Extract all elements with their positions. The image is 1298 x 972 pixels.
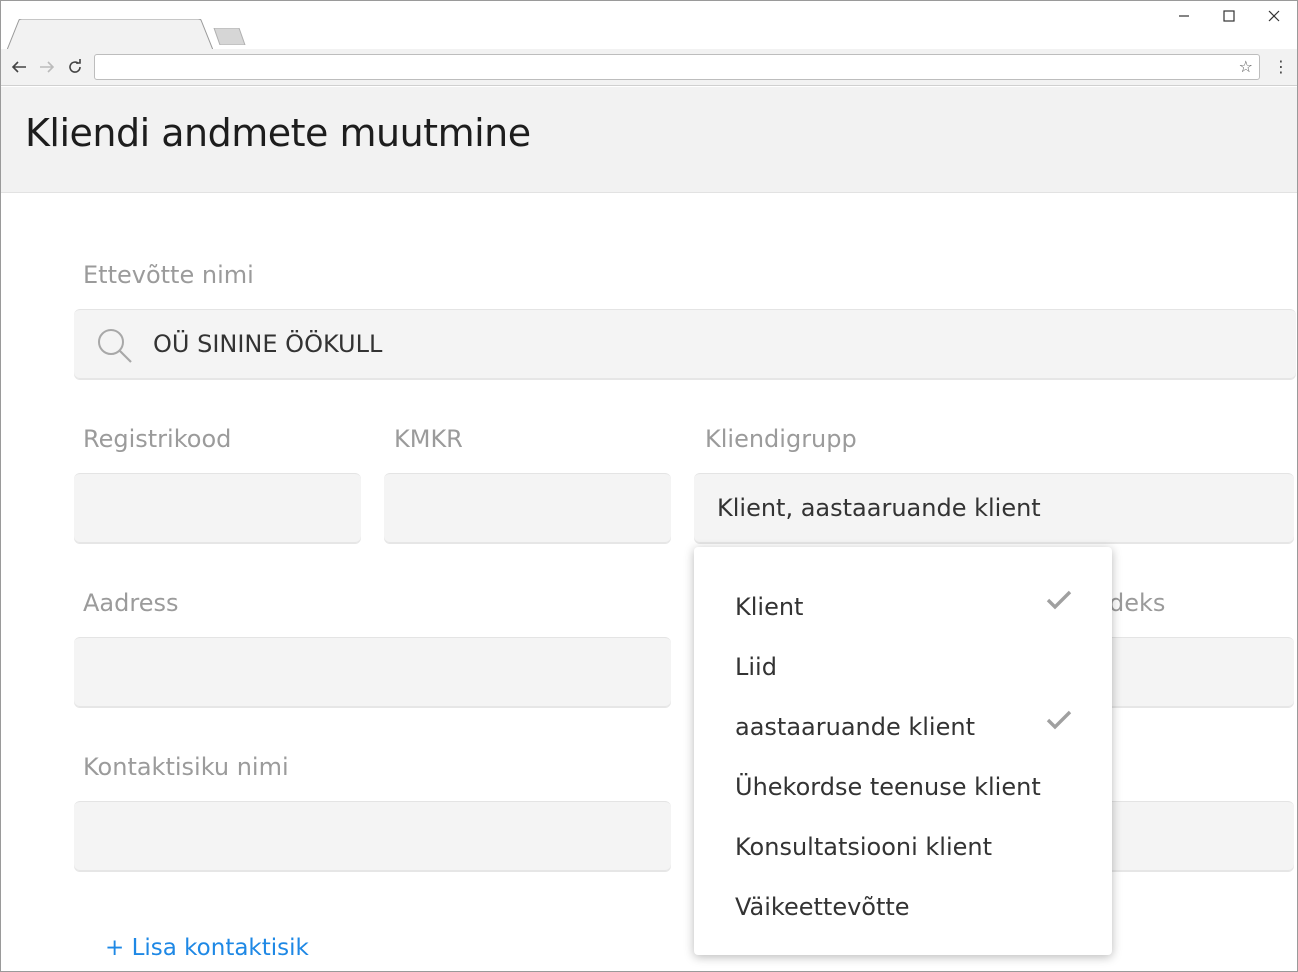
close-icon[interactable] (1259, 5, 1289, 27)
minimize-icon[interactable] (1169, 5, 1199, 27)
page-title: Kliendi andmete muutmine (25, 111, 531, 155)
arrow-right-icon[interactable] (35, 56, 59, 78)
dropdown-option-vaikeettevotte[interactable]: Väikeettevõtte (735, 887, 1085, 927)
dropdown-option-label: Ühekordse teenuse klient (735, 773, 1041, 801)
tab-strip (1, 1, 1297, 50)
maximize-icon[interactable] (1214, 5, 1244, 27)
regcode-field[interactable] (74, 473, 361, 543)
postal-code-label: deks (1109, 589, 1166, 617)
dropdown-option-klient[interactable]: Klient (735, 587, 1085, 627)
company-name-field[interactable]: OÜ SININE ÖÖKULL (74, 309, 1296, 379)
dropdown-option-aastaaruande-klient[interactable]: aastaaruande klient (735, 707, 1085, 747)
contact-name-field[interactable] (74, 801, 671, 871)
company-name-value: OÜ SININE ÖÖKULL (153, 330, 383, 358)
new-tab-button[interactable] (211, 27, 247, 46)
browser-window: ☆ ⋮ Kliendi andmete muutmine Ettevõtte n… (0, 0, 1298, 972)
dropdown-option-label: Konsultatsiooni klient (735, 833, 993, 861)
client-group-select[interactable]: Klient, aastaaruande klient (694, 473, 1294, 543)
client-group-value: Klient, aastaaruande klient (717, 494, 1041, 522)
add-contact-link[interactable]: + Lisa kontaktisik (105, 935, 309, 961)
dropdown-option-uhekordse-teenuse-klient[interactable]: Ühekordse teenuse klient (735, 767, 1085, 807)
browser-tab[interactable] (7, 19, 213, 50)
page-header: Kliendi andmete muutmine (1, 87, 1297, 193)
regcode-label: Registrikood (83, 425, 232, 453)
client-group-label: Kliendigrupp (705, 425, 857, 453)
reload-icon[interactable] (63, 56, 87, 78)
search-icon (96, 327, 134, 370)
contact-name-label: Kontaktisiku nimi (83, 753, 289, 781)
checkmark-icon (1046, 589, 1072, 618)
address-label: Aadress (83, 589, 179, 617)
star-icon[interactable]: ☆ (1239, 57, 1253, 77)
dropdown-option-liid[interactable]: Liid (735, 647, 1085, 687)
client-group-dropdown: Klient Liid aastaaruande klient Ühekords… (694, 547, 1112, 955)
dropdown-option-label: Klient (735, 593, 804, 621)
dropdown-option-konsultatsiooni-klient[interactable]: Konsultatsiooni klient (735, 827, 1085, 867)
dropdown-option-label: Väikeettevõtte (735, 893, 910, 921)
arrow-left-icon[interactable] (7, 56, 31, 78)
address-bar[interactable]: ☆ (94, 54, 1260, 80)
browser-toolbar: ☆ ⋮ (1, 49, 1297, 86)
dropdown-option-label: Liid (735, 653, 777, 681)
company-name-label: Ettevõtte nimi (83, 261, 254, 289)
contact-extra-field[interactable] (1101, 801, 1294, 871)
postal-code-field[interactable] (1101, 637, 1294, 707)
kebab-menu-icon[interactable]: ⋮ (1273, 56, 1289, 78)
dropdown-option-label: aastaaruande klient (735, 713, 975, 741)
vat-label: KMKR (394, 425, 463, 453)
checkmark-icon (1046, 709, 1072, 738)
address-field[interactable] (74, 637, 671, 707)
vat-field[interactable] (384, 473, 671, 543)
